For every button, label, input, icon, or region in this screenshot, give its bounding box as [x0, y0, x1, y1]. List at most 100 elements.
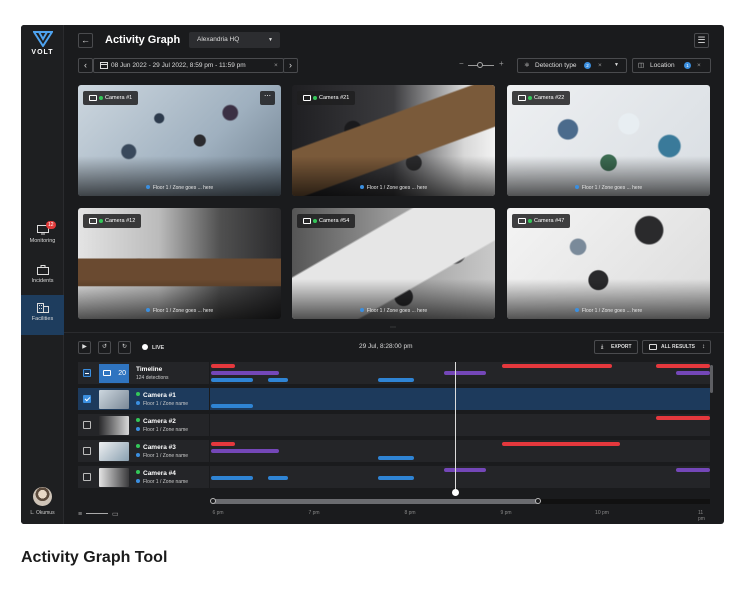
timeline-zoom-control[interactable]: ≡ ▭ [78, 510, 119, 518]
timeline-row-camera-1[interactable]: Camera #1 Floor 1 / Zone name [78, 388, 710, 411]
sidebar-item-monitoring[interactable]: 12 Monitoring [21, 217, 64, 255]
video-icon [518, 95, 526, 101]
avatar[interactable] [33, 487, 52, 506]
zoom-control[interactable]: − + [459, 59, 504, 68]
current-time: 29 Jul, 8:28:00 pm [359, 343, 413, 350]
timeline-lane[interactable] [210, 388, 710, 411]
time-range-scrollbar[interactable] [210, 498, 710, 504]
row-label: Camera #4 Floor 1 / Zone name [78, 466, 210, 489]
prev-range-button[interactable]: ‹ [78, 58, 93, 73]
timeline-zoom-track[interactable] [86, 513, 109, 514]
time-range-thumb[interactable] [212, 499, 539, 504]
event-bar[interactable] [378, 456, 414, 460]
location-filter[interactable]: ◫ Location 1 × [632, 58, 711, 73]
event-bar[interactable] [502, 442, 620, 446]
chevron-left-icon: ‹ [84, 60, 87, 70]
fullscreen-icon[interactable]: ▭ [112, 511, 119, 518]
forward-button[interactable]: ↻ [118, 341, 131, 354]
row-checkbox[interactable] [83, 447, 91, 455]
camera-zone: Floor 1 / Zone goes ... here [78, 308, 281, 314]
timeline-row-camera-3[interactable]: Camera #3 Floor 1 / Zone name [78, 440, 710, 463]
live-label: LIVE [152, 345, 165, 351]
event-bar[interactable] [211, 476, 253, 480]
select-all-checkbox[interactable] [83, 369, 91, 377]
timeline-row-camera-4[interactable]: Camera #4 Floor 1 / Zone name [78, 466, 710, 489]
zoom-in-icon[interactable]: + [499, 59, 504, 68]
range-end-handle[interactable] [535, 498, 541, 504]
location-select[interactable]: Alexandria HQ ▼ [189, 32, 280, 48]
timeline-lane[interactable] [210, 362, 710, 385]
timeline-lane[interactable] [210, 440, 710, 463]
timeline-lane[interactable] [210, 414, 710, 437]
event-bar[interactable] [444, 371, 486, 375]
camera-zone: Floor 1 / Zone goes ... here [292, 308, 495, 314]
zone-text: Floor 1 / Zone name [143, 453, 189, 459]
camera-zone: Floor 1 / Zone name [136, 401, 188, 407]
all-results-select[interactable]: ALL RESULTS ↕ [642, 340, 711, 354]
event-bar[interactable] [502, 364, 612, 368]
event-bar[interactable] [378, 476, 414, 480]
timeline-lane[interactable] [210, 466, 710, 489]
more-options-button[interactable]: ⋯ [260, 91, 275, 105]
list-icon[interactable]: ≡ [78, 511, 82, 518]
camera-tile-47[interactable]: Camera #47 Floor 1 / Zone goes ... here [507, 208, 710, 319]
camera-name-text: Camera #1 [143, 392, 176, 399]
event-bar[interactable] [211, 442, 235, 446]
event-bar[interactable] [378, 378, 414, 382]
detection-type-filter[interactable]: ⚛ Detection type 2 × ▼ [517, 58, 627, 73]
zone-dot [136, 427, 140, 431]
playhead-handle[interactable] [452, 489, 459, 496]
live-dot [136, 418, 140, 422]
playhead[interactable] [452, 362, 459, 496]
export-button[interactable]: ⤓ EXPORT [594, 340, 638, 354]
range-start-handle[interactable] [210, 498, 216, 504]
next-range-button[interactable]: › [283, 58, 298, 73]
event-bar[interactable] [676, 468, 710, 472]
volt-logo-icon [32, 31, 53, 47]
back-button[interactable]: ← [78, 33, 93, 48]
row-checkbox[interactable] [83, 473, 91, 481]
clear-date-icon[interactable]: × [274, 59, 278, 72]
video-icon [649, 344, 657, 350]
camera-tile-1[interactable]: Camera #1 ⋯ Floor 1 / Zone goes ... here [78, 85, 281, 196]
resize-handle[interactable]: ⋯ [388, 325, 398, 331]
event-bar[interactable] [211, 378, 253, 382]
sidebar-item-incidents[interactable]: Incidents [21, 257, 64, 295]
date-range-picker[interactable]: 08 Jun 2022 - 29 Jul 2022, 8:59 pm - 11:… [93, 58, 284, 73]
event-bar[interactable] [211, 371, 279, 375]
event-bar[interactable] [211, 449, 279, 453]
zoom-out-icon[interactable]: − [459, 59, 464, 68]
rewind-button[interactable]: ↺ [98, 341, 111, 354]
row-checkbox[interactable] [83, 421, 91, 429]
menu-button[interactable]: ☰ [694, 33, 709, 48]
event-bar[interactable] [444, 468, 486, 472]
caret-down-icon[interactable]: ▼ [614, 59, 619, 72]
sidebar-item-facilities[interactable]: Facilities [21, 295, 64, 335]
live-toggle[interactable]: LIVE [142, 344, 164, 351]
live-dot [136, 444, 140, 448]
row-checkbox[interactable] [83, 395, 91, 403]
camera-thumbnail [99, 390, 129, 409]
event-bar[interactable] [211, 404, 253, 408]
camera-tile-12[interactable]: Camera #12 Floor 1 / Zone goes ... here [78, 208, 281, 319]
timeline-scrollbar[interactable] [710, 365, 713, 393]
logo[interactable]: VOLT [21, 31, 64, 56]
play-button[interactable]: ▶ [78, 341, 91, 354]
event-bar[interactable] [656, 416, 710, 420]
camera-tile-22[interactable]: Camera #22 Floor 1 / Zone goes ... here [507, 85, 710, 196]
event-bar[interactable] [211, 364, 235, 368]
video-icon [89, 218, 97, 224]
event-bar[interactable] [268, 476, 288, 480]
camera-tile-21[interactable]: Camera #21 Floor 1 / Zone goes ... here [292, 85, 495, 196]
timeline-row-camera-2[interactable]: Camera #2 Floor 1 / Zone name [78, 414, 710, 437]
sidebar-item-label: Monitoring [29, 238, 56, 244]
event-bar[interactable] [656, 364, 710, 368]
clear-filter-icon[interactable]: × [697, 59, 701, 72]
event-bar[interactable] [676, 371, 710, 375]
zone-dot [136, 479, 140, 483]
clear-filter-icon[interactable]: × [598, 59, 602, 72]
camera-tile-54[interactable]: Camera #54 Floor 1 / Zone goes ... here [292, 208, 495, 319]
event-bar[interactable] [268, 378, 288, 382]
monitoring-badge: 12 [46, 221, 56, 229]
zoom-slider-handle[interactable] [477, 62, 483, 68]
